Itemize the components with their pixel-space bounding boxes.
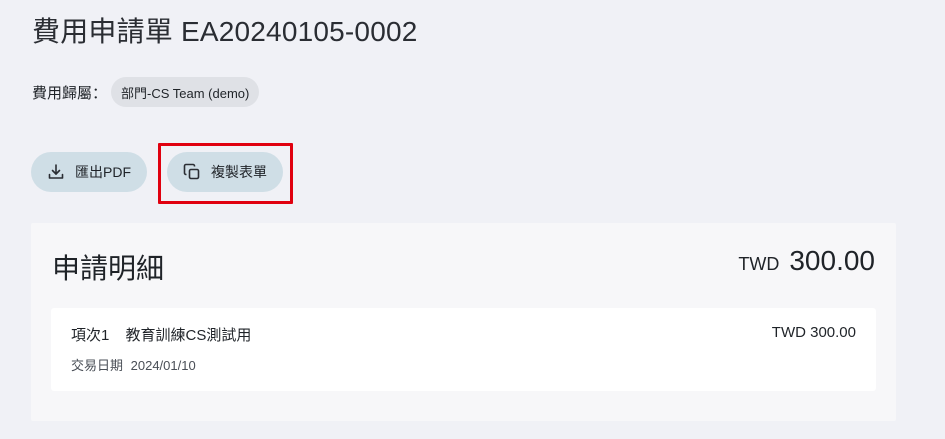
page-title: 費用申請單 EA20240105-0002	[32, 16, 418, 47]
item-date: 交易日期 2024/01/10	[71, 355, 196, 374]
download-icon	[47, 163, 65, 181]
export-pdf-button[interactable]: 匯出PDF	[31, 152, 147, 192]
copy-form-label: 複製表單	[211, 164, 267, 180]
details-total: TWD 300.00	[738, 245, 875, 277]
item-date-value: 2024/01/10	[130, 358, 196, 373]
item-description: 教育訓練CS測試用	[125, 327, 252, 344]
application-details-card: 申請明細 TWD 300.00 項次1 教育訓練CS測試用 TWD 300.00…	[31, 223, 896, 421]
item-date-label: 交易日期	[71, 358, 124, 373]
export-pdf-label: 匯出PDF	[75, 164, 131, 180]
ownership-label: 費用歸屬：	[32, 84, 108, 102]
total-amount: 300.00	[789, 245, 875, 276]
details-title: 申請明細	[52, 253, 165, 284]
copy-form-button[interactable]: 複製表單	[167, 152, 283, 192]
item-index: 項次1	[71, 327, 110, 344]
list-item[interactable]: 項次1 教育訓練CS測試用 TWD 300.00 交易日期 2024/01/10	[51, 308, 876, 391]
expense-ownership: 費用歸屬： 部門-CS Team (demo)	[32, 77, 260, 107]
copy-icon	[183, 163, 201, 181]
ownership-chip: 部門-CS Team (demo)	[111, 77, 260, 107]
total-currency: TWD	[738, 254, 780, 274]
item-label: 項次1 教育訓練CS測試用	[71, 324, 251, 345]
item-amount: TWD 300.00	[771, 324, 856, 341]
